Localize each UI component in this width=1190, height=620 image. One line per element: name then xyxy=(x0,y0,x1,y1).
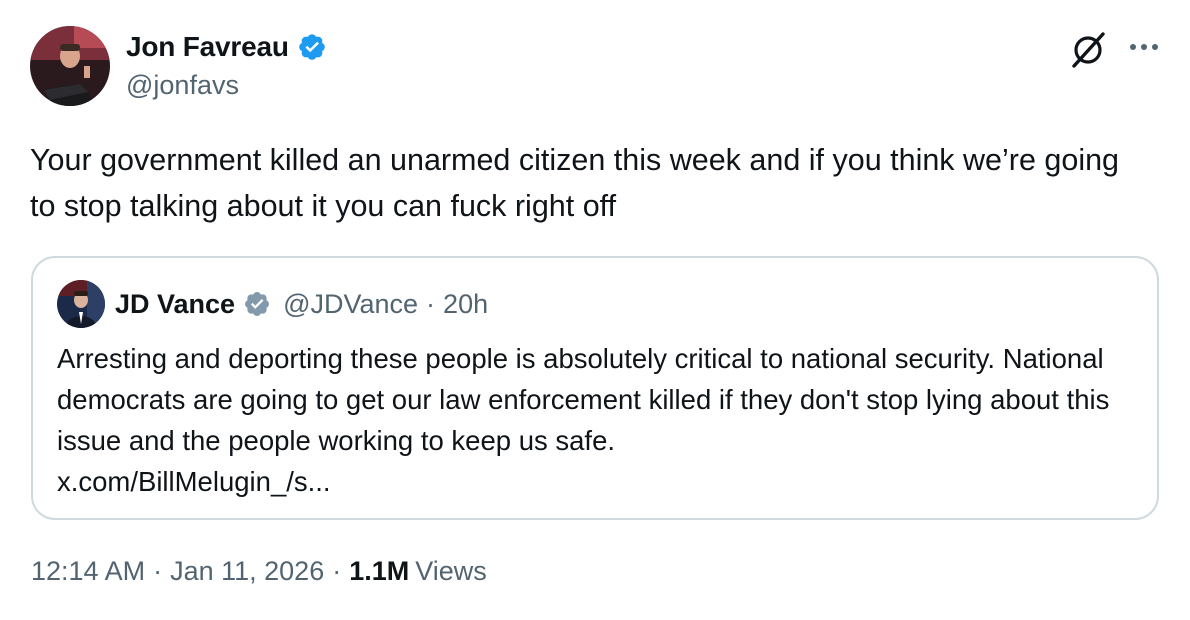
tweet-text: Your government killed an unarmed citize… xyxy=(30,143,1120,223)
tweet-meta: 12:14 AM · Jan 11, 2026 · 1.1M Views xyxy=(31,556,487,587)
views-count: 1.1M xyxy=(349,556,410,586)
quoted-tweet[interactable]: JD Vance @JDVance · 20h Arresting and de… xyxy=(31,256,1159,520)
tweet-time[interactable]: 12:14 AM xyxy=(31,556,145,587)
author-avatar[interactable] xyxy=(30,26,110,106)
meta-separator: · xyxy=(153,556,163,586)
quoted-link[interactable]: x.com/BillMelugin_/s... xyxy=(57,461,1147,502)
quoted-author-handle: @JDVance xyxy=(283,288,419,319)
quoted-avatar xyxy=(57,280,105,328)
author-handle[interactable]: @jonfavs xyxy=(126,70,239,101)
author-name[interactable]: Jon Favreau xyxy=(126,31,289,63)
government-verified-badge-icon xyxy=(245,292,270,316)
meta-separator: · xyxy=(332,556,342,586)
verified-badge-icon xyxy=(298,34,325,60)
quoted-header: JD Vance @JDVance · 20h xyxy=(115,284,488,324)
quoted-author-name: JD Vance xyxy=(115,288,236,319)
quoted-separator: · xyxy=(426,288,436,319)
grok-icon[interactable] xyxy=(1066,28,1110,72)
tweet-date[interactable]: Jan 11, 2026 xyxy=(170,556,324,587)
author-name-row: Jon Favreau xyxy=(126,28,327,66)
quoted-text-block: Arresting and deporting these people is … xyxy=(57,338,1147,502)
views-label: Views xyxy=(415,556,487,586)
quoted-text: Arresting and deporting these people is … xyxy=(57,343,1110,456)
tweet-card: Jon Favreau @jonfavs Your government kil… xyxy=(0,0,1190,620)
quoted-timestamp: 20h xyxy=(443,288,489,319)
more-options-icon[interactable] xyxy=(1124,32,1164,62)
